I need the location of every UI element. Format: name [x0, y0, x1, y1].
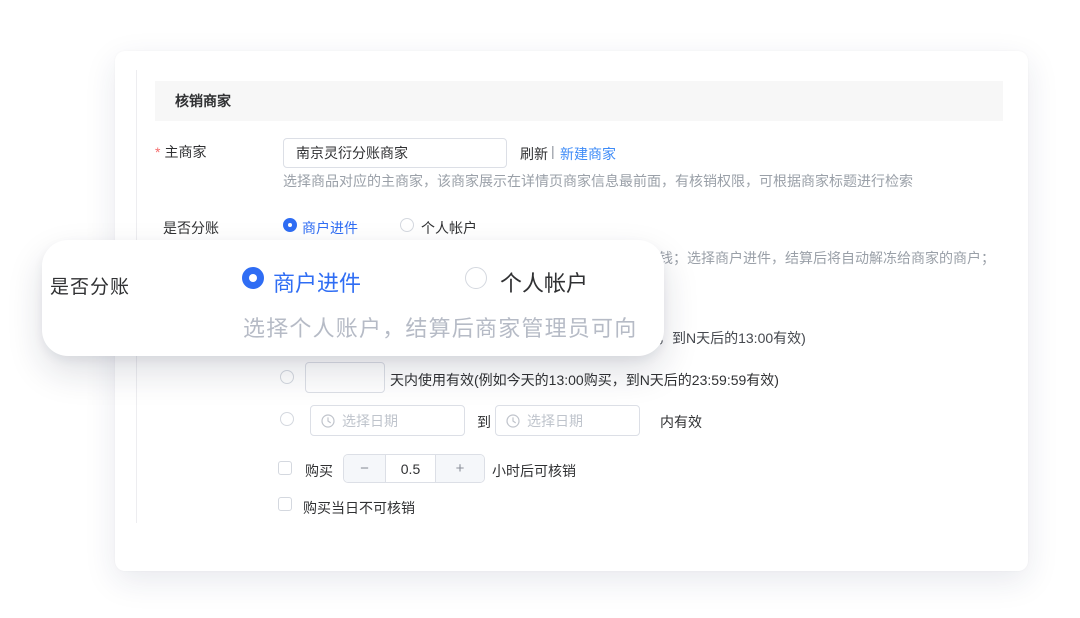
clock-icon [506, 414, 520, 428]
increase-button[interactable]: + [435, 455, 484, 482]
hours-stepper: − 0.5 + [343, 454, 485, 483]
required-mark: * [155, 144, 160, 160]
clock-icon [321, 414, 335, 428]
split-account-help-tail: 零钱；选择商户进件，结算后将自动解冻给商家的商户； [645, 248, 995, 268]
radio-personal-account[interactable] [400, 218, 414, 232]
hour-option-text-tail: ，到N天后的13:00有效) [658, 328, 806, 348]
days-option-text: 天内使用有效(例如今天的13:00购买，到N天后的23:59:59有效) [390, 370, 779, 390]
section-header: 核销商家 [155, 81, 1003, 121]
range-to-label: 到 [477, 412, 491, 432]
magnifier-radio-merchant-entry-label[interactable]: 商户进件 [273, 266, 361, 298]
main-merchant-label: *主商家 [155, 142, 206, 162]
magnifier-popup: 是否分账 商户进件 个人帐户 选择个人账户，结算后商家管理员可向 [42, 240, 664, 356]
section-title: 核销商家 [175, 91, 231, 111]
magnifier-split-label: 是否分账 [50, 272, 130, 299]
radio-merchant-entry[interactable] [283, 218, 297, 232]
page: 核销商家 *主商家 刷新 | 新建商家 选择商品对应的主商家，该商家展示在详情页… [0, 0, 1080, 618]
radio-merchant-entry-label[interactable]: 商户进件 [302, 218, 358, 238]
link-separator: | [551, 143, 555, 159]
end-date-picker[interactable]: 选择日期 [495, 405, 640, 436]
create-merchant-link[interactable]: 新建商家 [560, 144, 616, 164]
range-suffix-label: 内有效 [660, 412, 702, 432]
main-merchant-input[interactable] [283, 138, 507, 168]
refresh-link[interactable]: 刷新 [520, 144, 548, 164]
days-count-input[interactable] [305, 362, 385, 393]
delay-checkbox[interactable] [278, 461, 292, 475]
magnifier-help-text: 选择个人账户，结算后商家管理员可向 [243, 311, 637, 343]
radio-date-range[interactable] [280, 412, 294, 426]
hours-value[interactable]: 0.5 [386, 455, 435, 482]
magnifier-radio-personal-account[interactable] [465, 267, 487, 289]
split-account-label: 是否分账 [163, 218, 219, 238]
main-merchant-help: 选择商品对应的主商家，该商家展示在详情页商家信息最前面，有核销权限，可根据商家标… [283, 171, 913, 191]
start-date-picker[interactable]: 选择日期 [310, 405, 465, 436]
magnifier-radio-personal-account-label[interactable]: 个人帐户 [500, 266, 588, 298]
start-date-placeholder: 选择日期 [342, 411, 398, 431]
delay-prefix-label: 购买 [305, 461, 333, 481]
same-day-checkbox[interactable] [278, 497, 292, 511]
radio-days-valid[interactable] [280, 370, 294, 384]
magnifier-radio-merchant-entry[interactable] [242, 267, 264, 289]
decrease-button[interactable]: − [344, 455, 386, 482]
same-day-label: 购买当日不可核销 [303, 498, 415, 518]
end-date-placeholder: 选择日期 [527, 411, 583, 431]
delay-suffix-label: 小时后可核销 [492, 461, 576, 481]
radio-personal-account-label[interactable]: 个人帐户 [421, 218, 477, 238]
